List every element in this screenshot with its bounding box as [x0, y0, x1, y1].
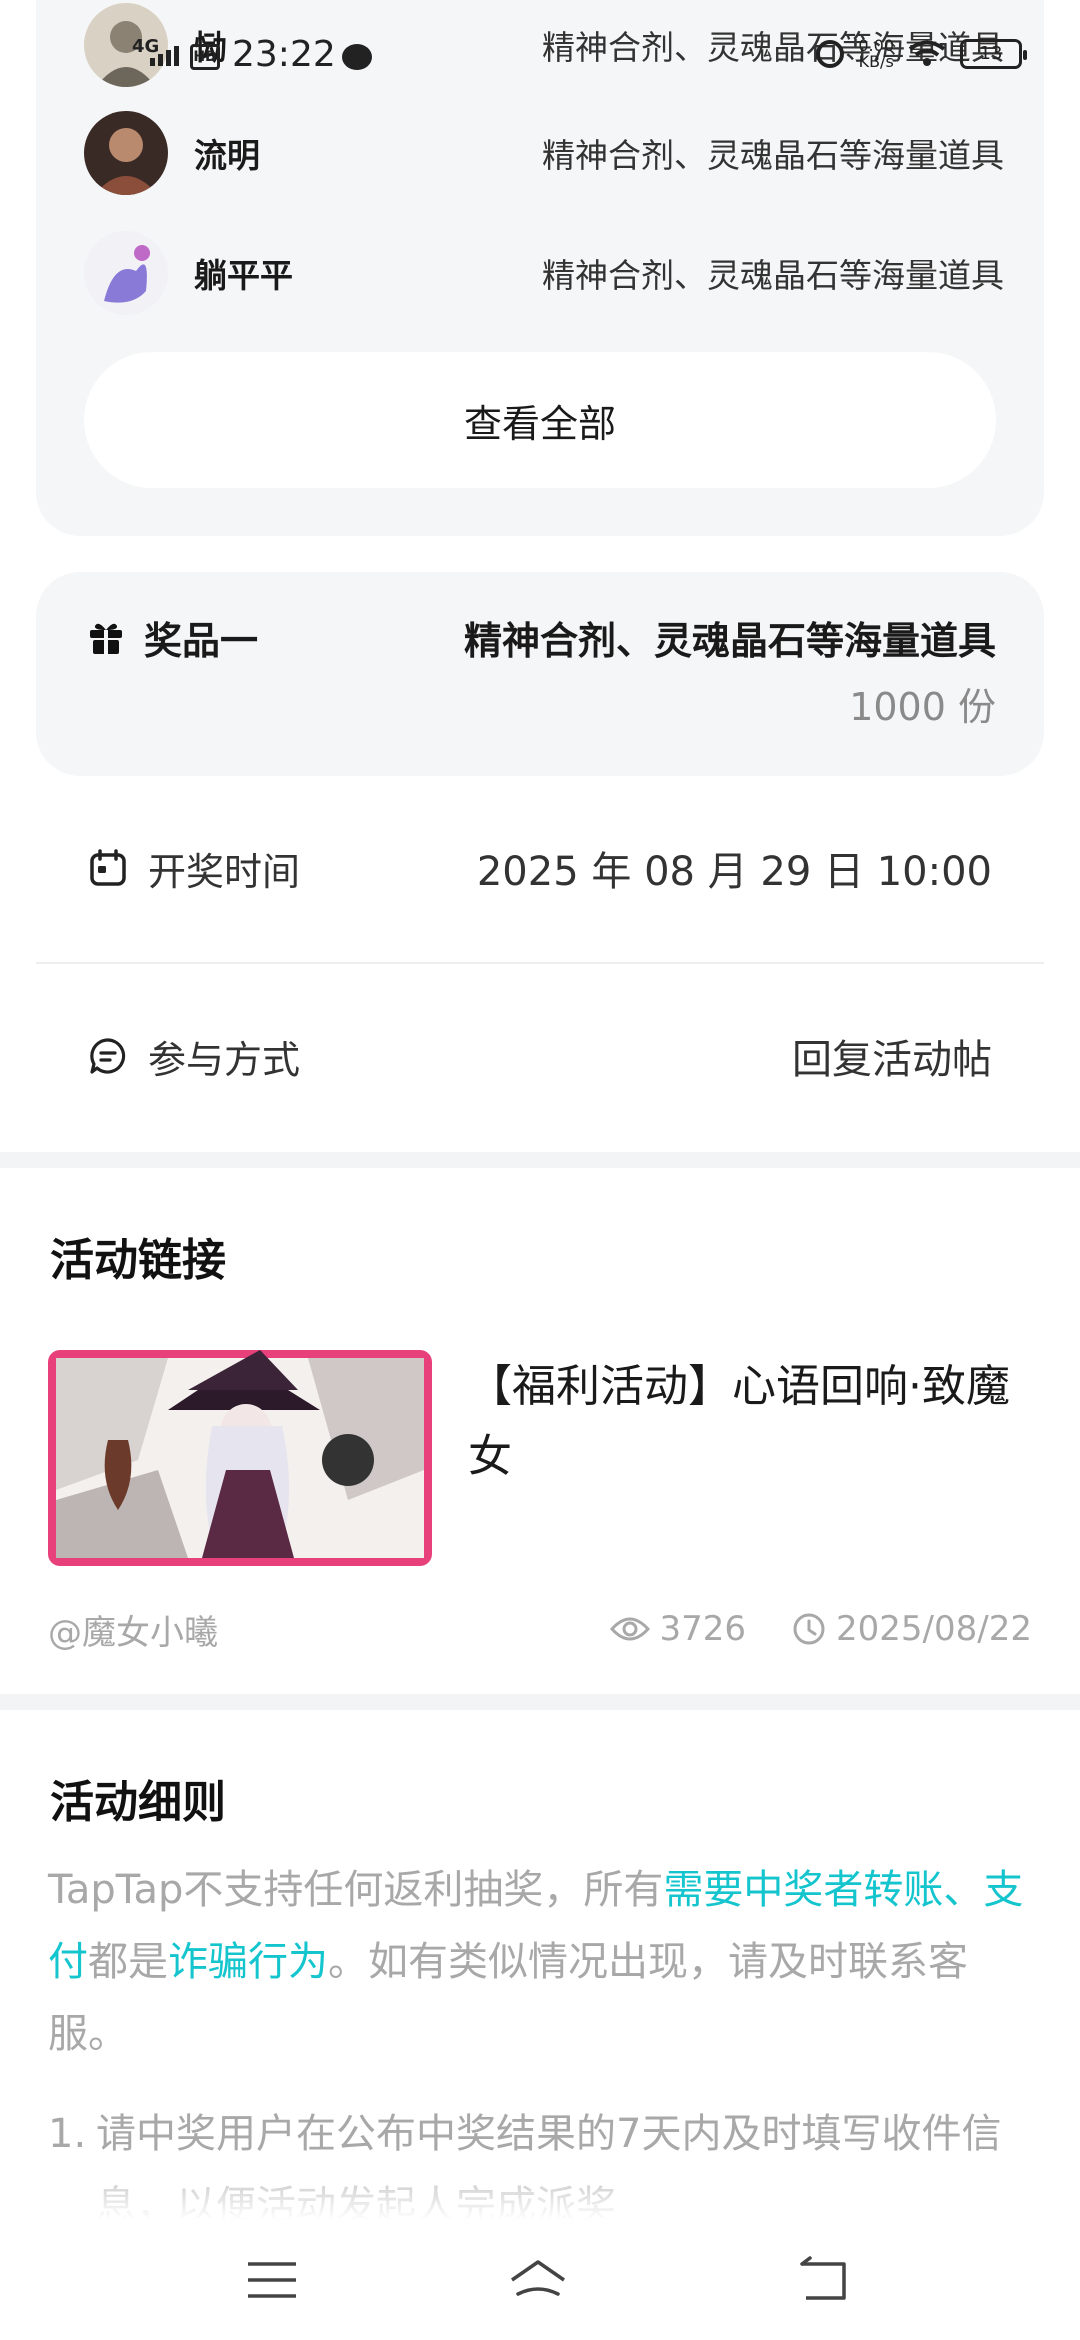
scroll-fade	[0, 2150, 1080, 2220]
network-speed: 0.00 KB/s	[858, 36, 894, 71]
wifi-icon	[908, 40, 946, 66]
rules-highlight: 诈骗行为	[168, 1939, 328, 1985]
participation-label: 参与方式	[148, 1037, 301, 1082]
prize-label: 奖品一	[144, 619, 259, 663]
post-views: 3726	[609, 1609, 747, 1649]
avatar	[84, 111, 168, 195]
views-count: 3726	[659, 1609, 747, 1649]
prize-count: 1000 份	[849, 685, 996, 729]
status-right: 0.00 KB/s 13	[816, 36, 1027, 71]
post-meta: @魔女小曦 3726 2025/08/22	[48, 1604, 1032, 1654]
prize-name: 精神合剂、灵魂晶石等海量道具	[463, 619, 996, 663]
winner-row[interactable]: 流明 精神合剂、灵魂晶石等海量道具	[84, 108, 1004, 198]
back-icon[interactable]	[794, 2250, 854, 2310]
date-text: 2025/08/22	[836, 1609, 1032, 1649]
winner-name: 流明	[194, 136, 260, 175]
rules-intro: TapTap不支持任何返利抽奖，所有需要中奖者转账、支付都是诈骗行为。如有类似情…	[48, 1867, 1024, 2057]
clock-icon	[793, 1613, 825, 1645]
draw-time-value: 2025 年 08 月 29 日 10:00	[476, 849, 992, 895]
rules-title: 活动细则	[50, 1777, 226, 1828]
avatar	[84, 231, 168, 315]
alarm-icon	[816, 40, 845, 68]
calendar-icon	[90, 849, 126, 886]
status-bar: 4G HD 23:22 0.00 KB/s 13	[0, 0, 1080, 110]
signal-icon	[150, 46, 179, 66]
post-title[interactable]: 【福利活动】心语回响·致魔女	[468, 1352, 1048, 1492]
status-time: 23:22	[232, 34, 336, 75]
winner-prize: 精神合剂、灵魂晶石等海量道具	[542, 136, 1004, 175]
activity-link-title: 活动链接	[50, 1235, 226, 1286]
post-author[interactable]: @魔女小曦	[48, 1605, 218, 1654]
participation-row: 参与方式 回复活动帖	[36, 996, 1044, 1116]
winner-prize: 精神合剂、灵魂晶石等海量道具	[542, 256, 1004, 295]
draw-time-label: 开奖时间	[148, 849, 301, 894]
winner-name: 躺平平	[194, 256, 293, 295]
prize-card: 奖品一 精神合剂、灵魂晶石等海量道具 1000 份	[36, 572, 1044, 776]
home-icon[interactable]	[508, 2250, 568, 2310]
battery-icon: 13	[960, 39, 1027, 69]
comment-icon	[90, 1038, 126, 1074]
view-all-button[interactable]: 查看全部	[84, 352, 996, 488]
post-thumbnail[interactable]	[48, 1350, 432, 1566]
eye-icon	[609, 1617, 650, 1641]
draw-time-row: 开奖时间 2025 年 08 月 29 日 10:00	[36, 808, 1044, 928]
hd-badge: HD	[190, 44, 220, 70]
section-divider	[0, 1694, 1080, 1710]
gift-icon	[90, 623, 122, 654]
winner-row[interactable]: 躺平平 精神合剂、灵魂晶石等海量道具	[84, 228, 1004, 318]
divider	[36, 962, 1044, 964]
menu-icon[interactable]	[242, 2250, 302, 2310]
section-divider	[0, 1152, 1080, 1168]
participation-value: 回复活动帖	[792, 1037, 992, 1083]
message-icon	[342, 44, 372, 70]
system-nav-bar	[0, 2220, 1080, 2340]
post-date: 2025/08/22	[792, 1609, 1032, 1649]
